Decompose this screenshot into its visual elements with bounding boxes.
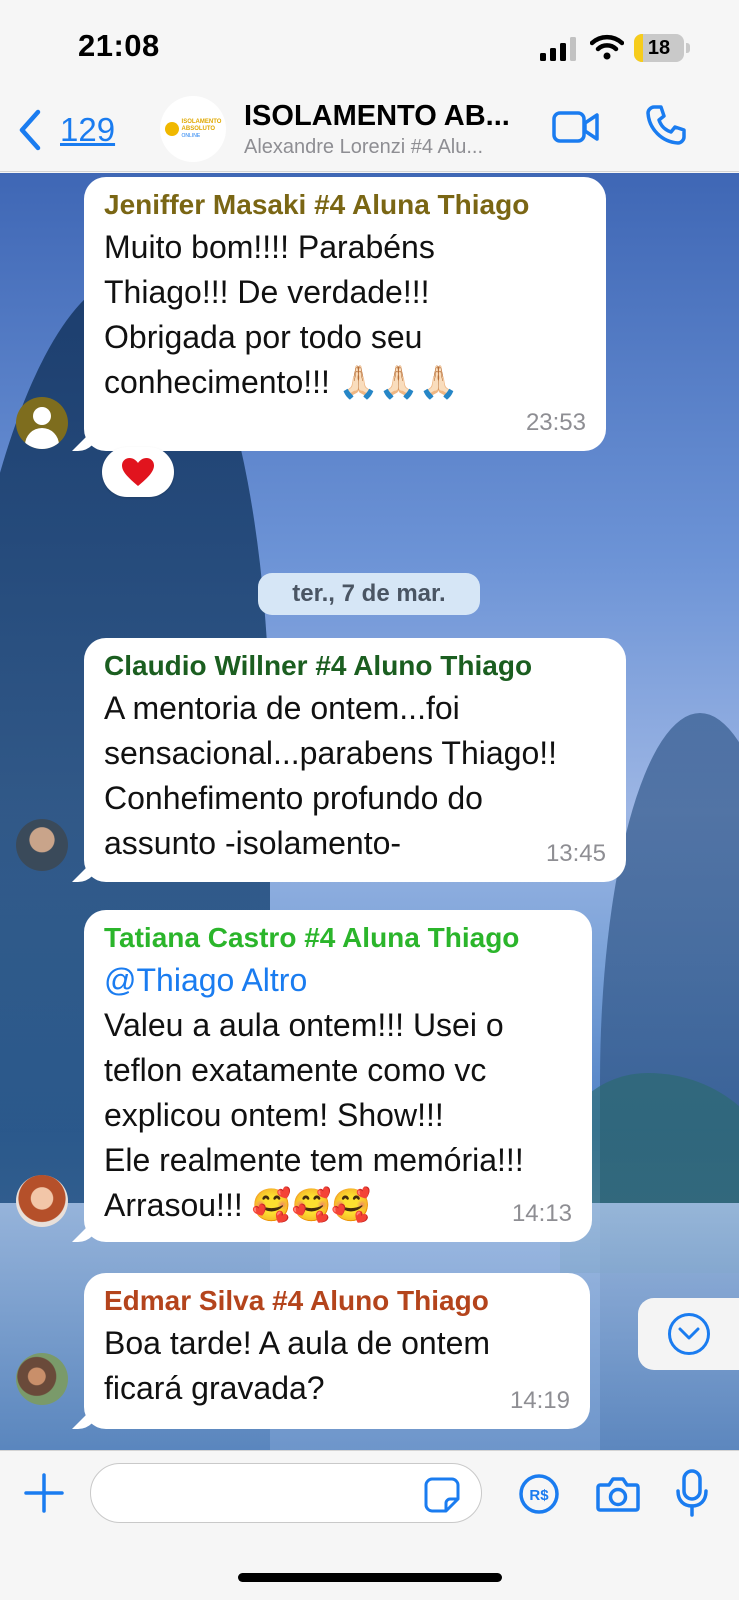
message-text: @Thiago Altro Valeu a aula ontem!!! Usei… bbox=[104, 958, 572, 1228]
logo-text-line2: ABSOLUTO bbox=[181, 126, 216, 132]
message-text: Boa tarde! A aula de ontem ficará gravad… bbox=[104, 1325, 491, 1406]
message-text: Muito bom!!!! Parabéns Thiago!!! De verd… bbox=[104, 229, 459, 400]
chat-messages-area[interactable]: Jeniffer Masaki #4 Aluna Thiago Muito bo… bbox=[0, 173, 739, 1450]
message-time: 14:19 bbox=[509, 1387, 570, 1414]
message-input-bar: R$ bbox=[0, 1450, 739, 1600]
chevron-down-icon bbox=[678, 1327, 700, 1340]
cellular-signal-icon bbox=[540, 37, 576, 61]
sender-avatar[interactable] bbox=[16, 397, 68, 449]
status-time: 21:08 bbox=[78, 28, 160, 63]
message-time: 13:45 bbox=[545, 840, 606, 867]
logo-sun-icon bbox=[164, 122, 179, 136]
message-time: 23:53 bbox=[525, 409, 586, 436]
status-bar: 21:08 18 bbox=[0, 0, 739, 96]
scroll-to-bottom-button[interactable] bbox=[638, 1298, 739, 1370]
message-bubble[interactable]: Claudio Willner #4 Aluno Thiago A mentor… bbox=[84, 638, 626, 882]
battery-icon: 18 bbox=[634, 34, 690, 62]
video-call-icon[interactable] bbox=[552, 110, 600, 144]
battery-level: 18 bbox=[647, 37, 671, 59]
date-separator: ter., 7 de mar. bbox=[258, 573, 480, 615]
chevron-left-icon bbox=[19, 109, 41, 151]
message-sender[interactable]: Jeniffer Masaki #4 Aluna Thiago bbox=[104, 189, 586, 221]
microphone-icon[interactable] bbox=[676, 1469, 708, 1517]
message-text: A mentoria de ontem...foi sensacional...… bbox=[104, 690, 558, 861]
chat-header: 129 ISOLAMENTO ABSOLUTO ONLINE ISOLAMENT… bbox=[0, 96, 739, 172]
voice-call-icon[interactable] bbox=[645, 104, 687, 146]
message-bubble[interactable]: Tatiana Castro #4 Aluna Thiago @Thiago A… bbox=[84, 910, 592, 1242]
chat-subtitle[interactable]: Alexandre Lorenzi #4 Alu... bbox=[244, 136, 483, 159]
reaction-badge[interactable] bbox=[102, 447, 174, 497]
wifi-icon bbox=[590, 34, 624, 60]
chat-title[interactable]: ISOLAMENTO AB... bbox=[244, 100, 510, 133]
payment-icon[interactable]: R$ bbox=[518, 1473, 560, 1515]
message-sender[interactable]: Tatiana Castro #4 Aluna Thiago bbox=[104, 922, 572, 954]
sender-avatar[interactable] bbox=[16, 1353, 68, 1405]
logo-text-line3: ONLINE bbox=[181, 133, 201, 139]
heart-icon bbox=[122, 458, 154, 486]
sender-avatar[interactable] bbox=[16, 1175, 68, 1227]
group-avatar[interactable]: ISOLAMENTO ABSOLUTO ONLINE bbox=[160, 96, 226, 162]
mention-link[interactable]: @Thiago Altro bbox=[104, 958, 572, 1003]
message-sender[interactable]: Edmar Silva #4 Aluno Thiago bbox=[104, 1285, 570, 1317]
sticker-icon[interactable] bbox=[424, 1477, 460, 1513]
unread-count: 129 bbox=[60, 111, 116, 148]
svg-text:R$: R$ bbox=[529, 1487, 549, 1504]
camera-icon[interactable] bbox=[596, 1475, 640, 1513]
message-bubble[interactable]: Edmar Silva #4 Aluno Thiago Boa tarde! A… bbox=[84, 1273, 590, 1429]
message-time: 14:13 bbox=[511, 1200, 572, 1227]
home-indicator bbox=[238, 1573, 502, 1582]
message-bubble[interactable]: Jeniffer Masaki #4 Aluna Thiago Muito bo… bbox=[84, 177, 606, 451]
back-button[interactable]: 129 bbox=[14, 108, 115, 152]
sender-avatar[interactable] bbox=[16, 819, 68, 871]
logo-text-line1: ISOLAMENTO bbox=[181, 119, 222, 125]
message-sender[interactable]: Claudio Willner #4 Aluno Thiago bbox=[104, 650, 606, 682]
plus-icon[interactable] bbox=[24, 1473, 64, 1513]
